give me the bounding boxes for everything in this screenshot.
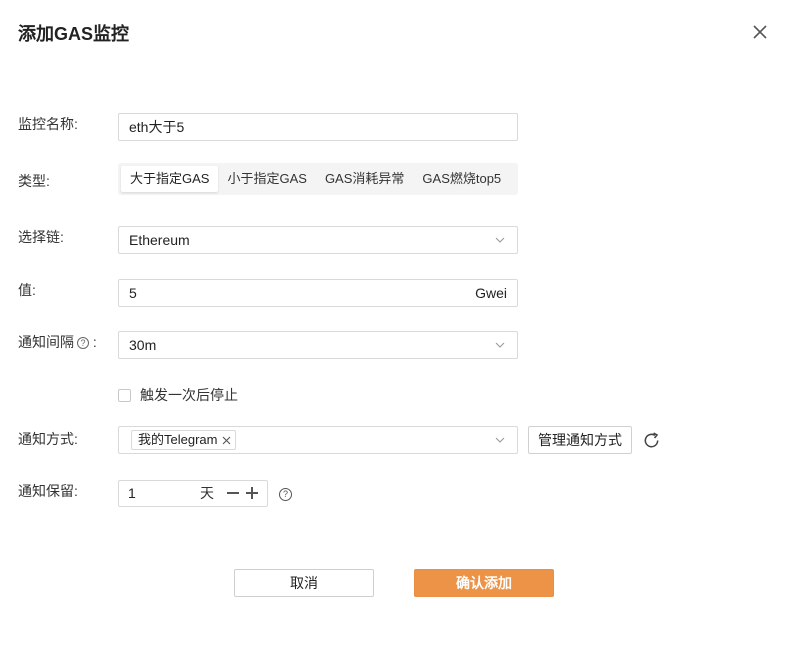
name-input-value: eth大于5 <box>129 119 185 135</box>
chevron-down-icon <box>495 342 505 348</box>
increment-button[interactable] <box>246 487 258 499</box>
value-input-value: 5 <box>129 285 137 301</box>
retention-unit: 天 <box>200 485 214 501</box>
refresh-icon[interactable] <box>642 431 661 450</box>
type-option-less[interactable]: 小于指定GAS <box>218 166 315 192</box>
chain-label: 选择链: <box>18 229 64 245</box>
stop-once-label: 触发一次后停止 <box>140 387 238 403</box>
type-label: 类型: <box>18 173 50 189</box>
interval-label-text: 通知间隔 <box>18 334 74 350</box>
interval-select[interactable]: 30m <box>118 331 518 359</box>
chevron-down-icon <box>495 437 505 443</box>
type-option-greater[interactable]: 大于指定GAS <box>121 166 219 192</box>
value-input[interactable]: 5 Gwei <box>118 279 518 307</box>
retention-label: 通知保留: <box>18 483 78 499</box>
close-icon[interactable] <box>750 22 770 42</box>
value-unit: Gwei <box>475 285 507 301</box>
dialog-title: 添加GAS监控 <box>18 24 130 44</box>
type-option-abnormal[interactable]: GAS消耗异常 <box>316 166 413 192</box>
method-select[interactable]: 我的Telegram <box>118 426 518 454</box>
chain-select[interactable]: Ethereum <box>118 226 518 254</box>
retention-value: 1 <box>128 485 136 501</box>
interval-label: 通知间隔? : <box>18 332 97 352</box>
confirm-add-button[interactable]: 确认添加 <box>414 569 554 597</box>
name-input[interactable]: eth大于5 <box>118 113 518 141</box>
chain-select-value: Ethereum <box>129 232 190 248</box>
method-tag: 我的Telegram <box>131 430 237 450</box>
decrement-button[interactable] <box>227 492 239 494</box>
manage-notify-button[interactable]: 管理通知方式 <box>528 426 632 454</box>
cancel-button[interactable]: 取消 <box>234 569 374 597</box>
interval-select-value: 30m <box>129 337 157 353</box>
name-label: 监控名称: <box>18 116 78 132</box>
method-label: 通知方式: <box>18 431 78 447</box>
interval-label-colon: : <box>92 334 97 350</box>
close-icon[interactable] <box>222 436 231 445</box>
question-circle-icon[interactable]: ? <box>279 488 292 501</box>
stop-once-checkbox[interactable] <box>118 388 131 402</box>
value-label: 值: <box>18 282 36 298</box>
question-circle-icon[interactable]: ? <box>77 337 89 349</box>
chevron-down-icon <box>495 237 505 243</box>
stop-once-row[interactable]: 触发一次后停止 <box>118 385 238 405</box>
type-segmented-control: 大于指定GAS 小于指定GAS GAS消耗异常 GAS燃烧top5 <box>118 163 518 195</box>
retention-stepper[interactable]: 1 天 <box>118 480 268 507</box>
method-tag-label: 我的Telegram <box>138 432 218 447</box>
type-option-burn-top5[interactable]: GAS燃烧top5 <box>413 166 510 192</box>
